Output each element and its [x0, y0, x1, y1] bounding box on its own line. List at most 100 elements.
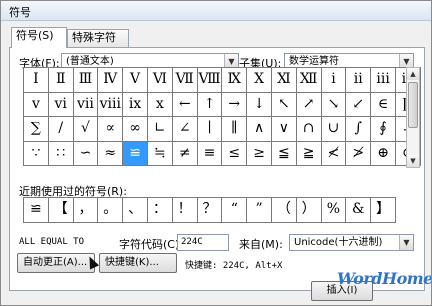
symbol-cell[interactable]: ∧	[247, 117, 272, 142]
recent-symbol-cell[interactable]: “	[222, 198, 248, 223]
recent-symbol-cell[interactable]: ，	[73, 198, 99, 223]
char-code-input[interactable]: 224C	[177, 234, 229, 251]
symbol-cell[interactable]: ≡	[197, 141, 223, 166]
from-select-value: Unicode(十六进制)	[294, 237, 383, 248]
recent-symbol-cell[interactable]: 。	[98, 198, 124, 223]
symbol-cell[interactable]: ⅶ	[73, 92, 99, 117]
recent-symbol-cell[interactable]: ”	[247, 198, 272, 223]
recent-symbols-row: ≌ 【，。、：！？ “” （）% &】	[23, 197, 396, 223]
symbol-cell[interactable]: Ⅶ	[172, 68, 198, 93]
title-bar: 符号	[1, 1, 431, 21]
symbol-cell[interactable]: Ⅰ	[24, 68, 49, 93]
symbol-cell[interactable]: Ⅹ	[247, 68, 272, 93]
recent-symbol-cell[interactable]: %	[321, 198, 347, 223]
recent-symbol-cell[interactable]: 】	[371, 198, 396, 223]
recent-symbol-cell[interactable]: &	[346, 198, 372, 223]
symbol-cell[interactable]: ∮	[371, 117, 396, 142]
symbol-cell[interactable]: ↗	[296, 92, 322, 117]
symbol-cell[interactable]: ∩	[296, 117, 322, 142]
symbol-cell[interactable]: ≥	[247, 141, 272, 166]
symbol-cell[interactable]: ↑	[197, 92, 223, 117]
symbol-cell[interactable]: ⅹ	[147, 92, 173, 117]
symbol-cell[interactable]: ∪	[321, 117, 347, 142]
symbol-cell[interactable]: ↘	[321, 92, 347, 117]
symbol-cell[interactable]: Ⅻ	[296, 68, 322, 93]
symbol-cell[interactable]: ⅷ	[98, 92, 124, 117]
symbol-cell[interactable]: Ⅷ	[197, 68, 223, 93]
symbol-cell[interactable]: Ⅳ	[98, 68, 124, 93]
symbol-cell[interactable]: ≤	[222, 141, 248, 166]
symbol-cell[interactable]: ∑	[24, 117, 49, 142]
from-select[interactable]: Unicode(十六进制) ▼	[289, 234, 414, 251]
symbol-cell[interactable]: Ⅴ	[123, 68, 148, 93]
symbol-cell[interactable]: →	[222, 92, 248, 117]
symbol-cell[interactable]: ≠	[172, 141, 198, 166]
symbol-cell[interactable]: ⅱ	[346, 68, 372, 93]
symbol-cell[interactable]: /	[48, 117, 74, 142]
symbol-cell[interactable]: ∠	[172, 117, 198, 142]
symbol-cell[interactable]: Ⅵ	[147, 68, 173, 93]
symbol-cell[interactable]: ≯	[346, 141, 372, 166]
symbol-cell[interactable]: Ⅺ	[271, 68, 297, 93]
scroll-thumb[interactable]	[408, 82, 418, 128]
symbol-cell[interactable]: ∞	[123, 117, 148, 142]
symbol-cell[interactable]: ⅵ	[48, 92, 74, 117]
recent-symbol-cell[interactable]: （	[271, 198, 297, 223]
symbol-cell[interactable]: ∣	[197, 117, 223, 142]
recent-symbol-cell[interactable]: ）	[296, 198, 322, 223]
symbol-cell[interactable]: ∈	[371, 92, 396, 117]
symbol-cell[interactable]: ∟	[147, 117, 173, 142]
symbol-cell[interactable]: ↖	[271, 92, 297, 117]
symbol-cell[interactable]: ∵	[24, 141, 49, 166]
symbol-cell[interactable]: ↙	[346, 92, 372, 117]
symbol-grid-row: ∑/√∝∞∟∠∣∥∧∨∩∪∫∮∴	[24, 117, 421, 142]
symbol-cell[interactable]: Ⅸ	[222, 68, 248, 93]
font-select-value: (普通文本)	[66, 56, 114, 67]
tab-symbols[interactable]: 符号(S)	[11, 27, 67, 48]
recent-symbol-cell[interactable]: 【	[48, 198, 74, 223]
symbol-cell[interactable]: ≒	[147, 141, 173, 166]
subset-select-value: 数学运算符	[289, 56, 339, 67]
symbol-cell[interactable]: ∫	[346, 117, 372, 142]
scroll-down-icon[interactable]: ▼	[407, 155, 419, 167]
symbol-cell[interactable]: ⅲ	[371, 68, 396, 93]
recent-symbol-cell[interactable]: ？	[197, 198, 223, 223]
symbol-cell[interactable]: Ⅱ	[48, 68, 74, 93]
scroll-up-icon[interactable]: ▲	[407, 68, 419, 80]
symbol-cell[interactable]: ≦	[271, 141, 297, 166]
symbol-cell[interactable]: ∨	[271, 117, 297, 142]
char-code-label: 字符代码(C):	[119, 238, 183, 251]
wordhome-watermark-logo: WordHome	[337, 269, 432, 288]
character-name: ALL EQUAL TO	[19, 237, 85, 247]
symbol-cell[interactable]: ∝	[98, 117, 124, 142]
recent-symbol-cell[interactable]: ≌	[24, 198, 49, 223]
symbol-cell[interactable]: ≌	[123, 141, 148, 166]
symbol-cell[interactable]: ≧	[296, 141, 322, 166]
symbol-cell[interactable]: ∽	[73, 141, 99, 166]
symbol-cell[interactable]: ⅴ	[24, 92, 49, 117]
symbol-cell[interactable]: ≈	[98, 141, 124, 166]
symbol-cell[interactable]: Ⅲ	[73, 68, 99, 93]
symbol-dialog: 符号 符号(S) 特殊字符(P) 字体(F): (普通文本) ▼ 子集(U): …	[0, 0, 432, 306]
symbol-cell[interactable]: ∥	[222, 117, 248, 142]
symbol-cell[interactable]: ↓	[247, 92, 272, 117]
symbol-cell[interactable]: ≮	[321, 141, 347, 166]
autocorrect-button[interactable]: 自动更正(A)...	[17, 253, 95, 273]
chevron-down-icon: ▼	[399, 235, 413, 250]
symbol-cell[interactable]: ←	[172, 92, 198, 117]
recent-symbol-cell[interactable]: ！	[172, 198, 198, 223]
recent-symbol-cell[interactable]: 、	[123, 198, 148, 223]
symbol-grid-row: ⅴⅵⅶⅷⅸⅹ←↑→↓↖↗↘↙∈∏	[24, 92, 421, 117]
recent-symbol-cell[interactable]: ：	[147, 198, 173, 223]
symbol-cell[interactable]: ⅸ	[123, 92, 148, 117]
symbol-cell[interactable]: ∷	[48, 141, 74, 166]
shortcut-key-button[interactable]: 快捷键(K)...	[99, 253, 177, 273]
symbol-grid-row: ⅠⅡⅢⅣⅤⅥⅦⅧⅨⅩⅪⅫⅰⅱⅲⅳ	[24, 68, 421, 93]
symbol-cell[interactable]: ⅰ	[321, 68, 347, 93]
tab-special-characters[interactable]: 特殊字符(P)	[67, 29, 129, 60]
symbol-grid-row: ∵∷∽≈≌≒≠≡≤≥≦≧≮≯⊕⊙	[24, 141, 421, 166]
symbol-cell[interactable]: ⊕	[371, 141, 396, 166]
shortcut-key-text: 快捷键: 224C, Alt+X	[185, 261, 283, 271]
grid-scrollbar[interactable]: ▲ ▼	[406, 67, 420, 168]
symbol-cell[interactable]: √	[73, 117, 99, 142]
